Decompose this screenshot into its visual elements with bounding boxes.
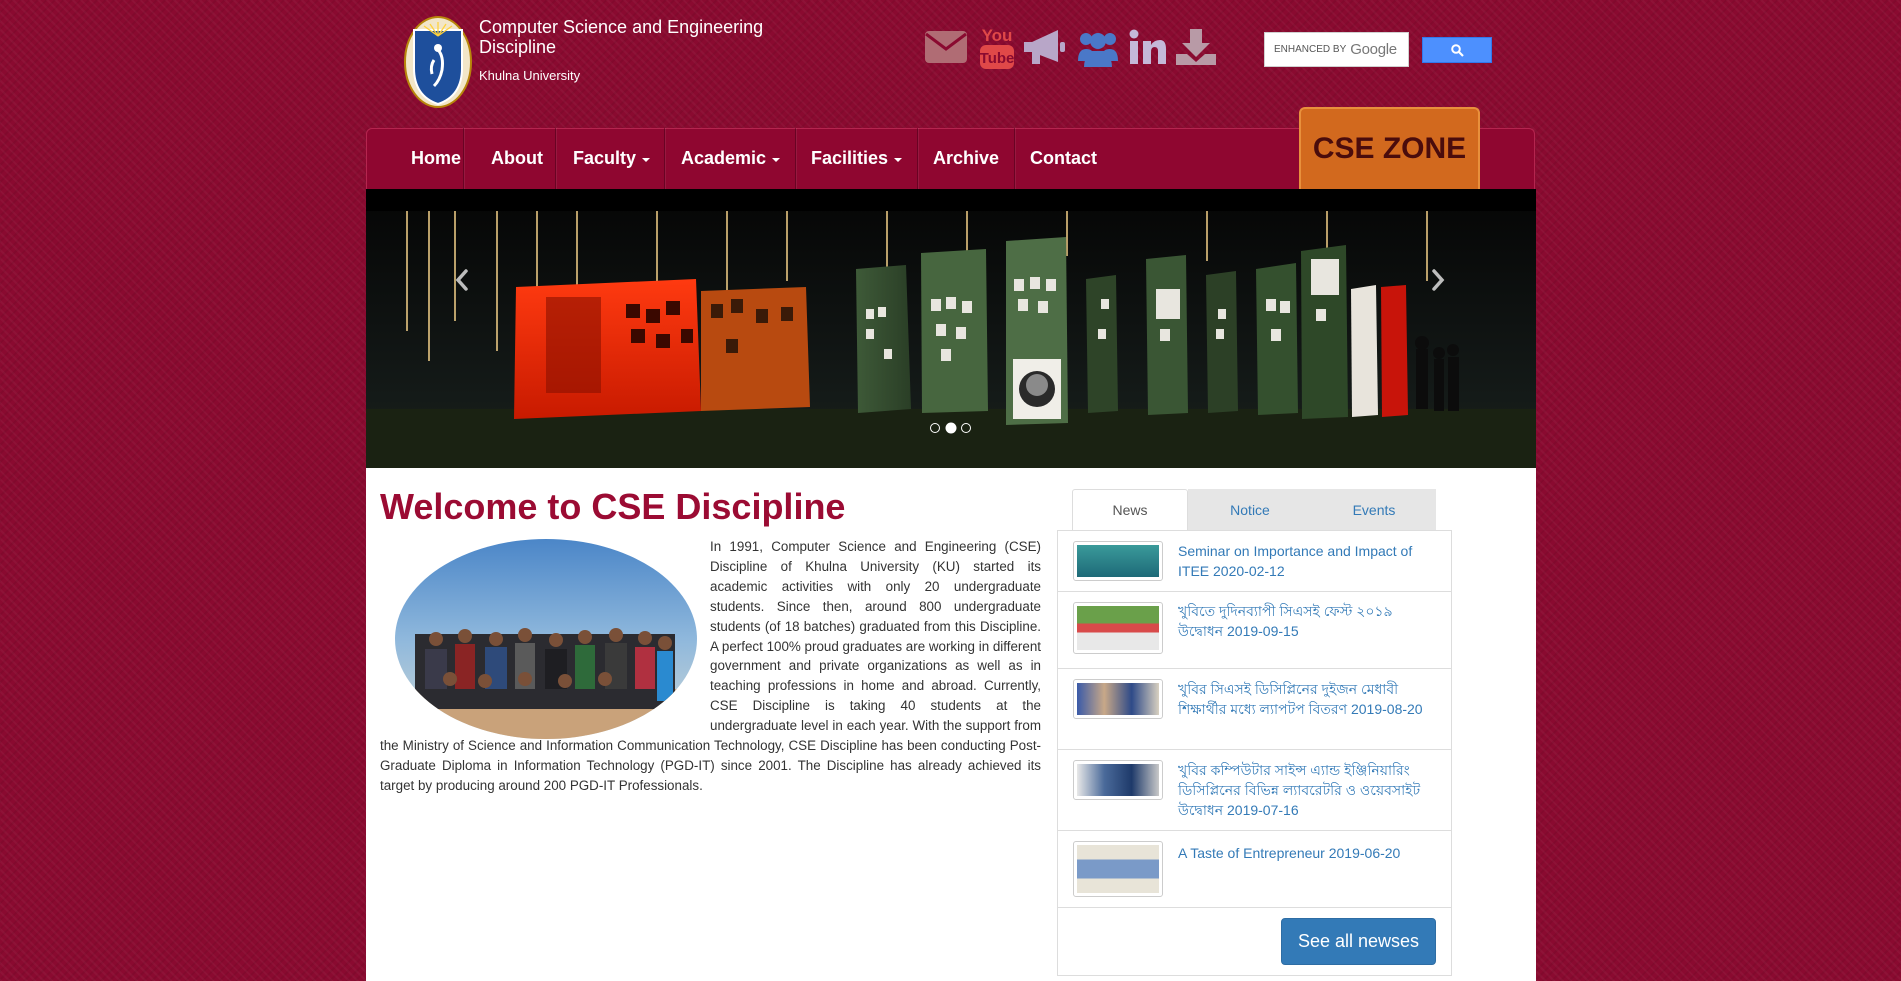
nav-facilities[interactable]: Facilities [797, 128, 918, 189]
image-carousel [366, 189, 1536, 468]
tab-events[interactable]: Events [1312, 489, 1436, 530]
caret-down-icon [642, 157, 651, 162]
nav-archive[interactable]: Archive [919, 128, 1015, 189]
nav-about-label: About [491, 148, 543, 168]
carousel-slide-image [366, 189, 1536, 468]
nav-about[interactable]: About [477, 128, 556, 189]
news-thumbnail[interactable] [1073, 841, 1163, 897]
bullhorn-icon[interactable] [1021, 22, 1067, 72]
svg-text:Tube: Tube [980, 50, 1015, 67]
nav-academic[interactable]: Academic [667, 128, 796, 189]
tab-news[interactable]: News [1072, 489, 1188, 530]
download-icon[interactable] [1174, 22, 1218, 72]
tab-notice[interactable]: Notice [1188, 489, 1312, 530]
search-brand-label: Google [1350, 41, 1397, 58]
news-thumbnail[interactable] [1073, 760, 1163, 800]
svg-text:You: You [982, 26, 1013, 45]
see-all-news-button[interactable]: See all newses [1281, 918, 1436, 965]
nav-faculty[interactable]: Faculty [559, 128, 665, 189]
news-thumbnail[interactable] [1073, 679, 1163, 719]
group-photo [395, 539, 697, 739]
users-icon[interactable] [1073, 22, 1123, 72]
news-link[interactable]: A Taste of Entrepreneur 2019-06-20 [1178, 843, 1423, 863]
site-subtitle: Khulna University [479, 68, 581, 83]
university-logo[interactable] [404, 16, 472, 108]
nav-faculty-label: Faculty [573, 148, 637, 168]
news-link[interactable]: খুবির কম্পিউটার সাইন্স এ্যান্ড ইঞ্জিনিয়… [1178, 760, 1423, 820]
youtube-icon[interactable]: You Tube [979, 22, 1015, 72]
news-thumbnail[interactable] [1073, 541, 1163, 581]
nav-contact-label: Contact [1030, 148, 1097, 168]
linkedin-icon[interactable] [1128, 22, 1168, 72]
welcome-heading: Welcome to CSE Discipline [380, 486, 846, 527]
nav-home-label: Home [411, 148, 462, 168]
news-link[interactable]: খুবির সিএসই ডিসিপ্লিনের দুইজন মেধাবী শিক… [1178, 679, 1423, 719]
news-link[interactable]: Seminar on Importance and Impact of ITEE… [1178, 541, 1423, 581]
search-button[interactable] [1422, 37, 1492, 63]
caret-down-icon [772, 157, 781, 162]
nav-home[interactable]: Home [397, 128, 464, 189]
nav-contact[interactable]: Contact [1016, 128, 1114, 189]
search-enhanced-label: ENHANCED BY [1274, 44, 1347, 55]
news-link[interactable]: খুবিতে দুদিনব্যাপী সিএসই ফেস্ট ২০১৯ উদ্ব… [1178, 601, 1423, 641]
site-title[interactable]: Computer Science and Engineering Discipl… [479, 17, 799, 57]
caret-down-icon [894, 157, 903, 162]
nav-facilities-label: Facilities [811, 148, 889, 168]
search-input[interactable]: ENHANCED BY Google [1264, 32, 1409, 67]
cse-zone-button[interactable]: CSE ZONE [1299, 107, 1480, 189]
news-thumbnail[interactable] [1073, 602, 1163, 654]
search-icon [1450, 43, 1464, 57]
envelope-icon[interactable] [923, 22, 969, 72]
nav-archive-label: Archive [933, 148, 1000, 168]
nav-academic-label: Academic [681, 148, 767, 168]
